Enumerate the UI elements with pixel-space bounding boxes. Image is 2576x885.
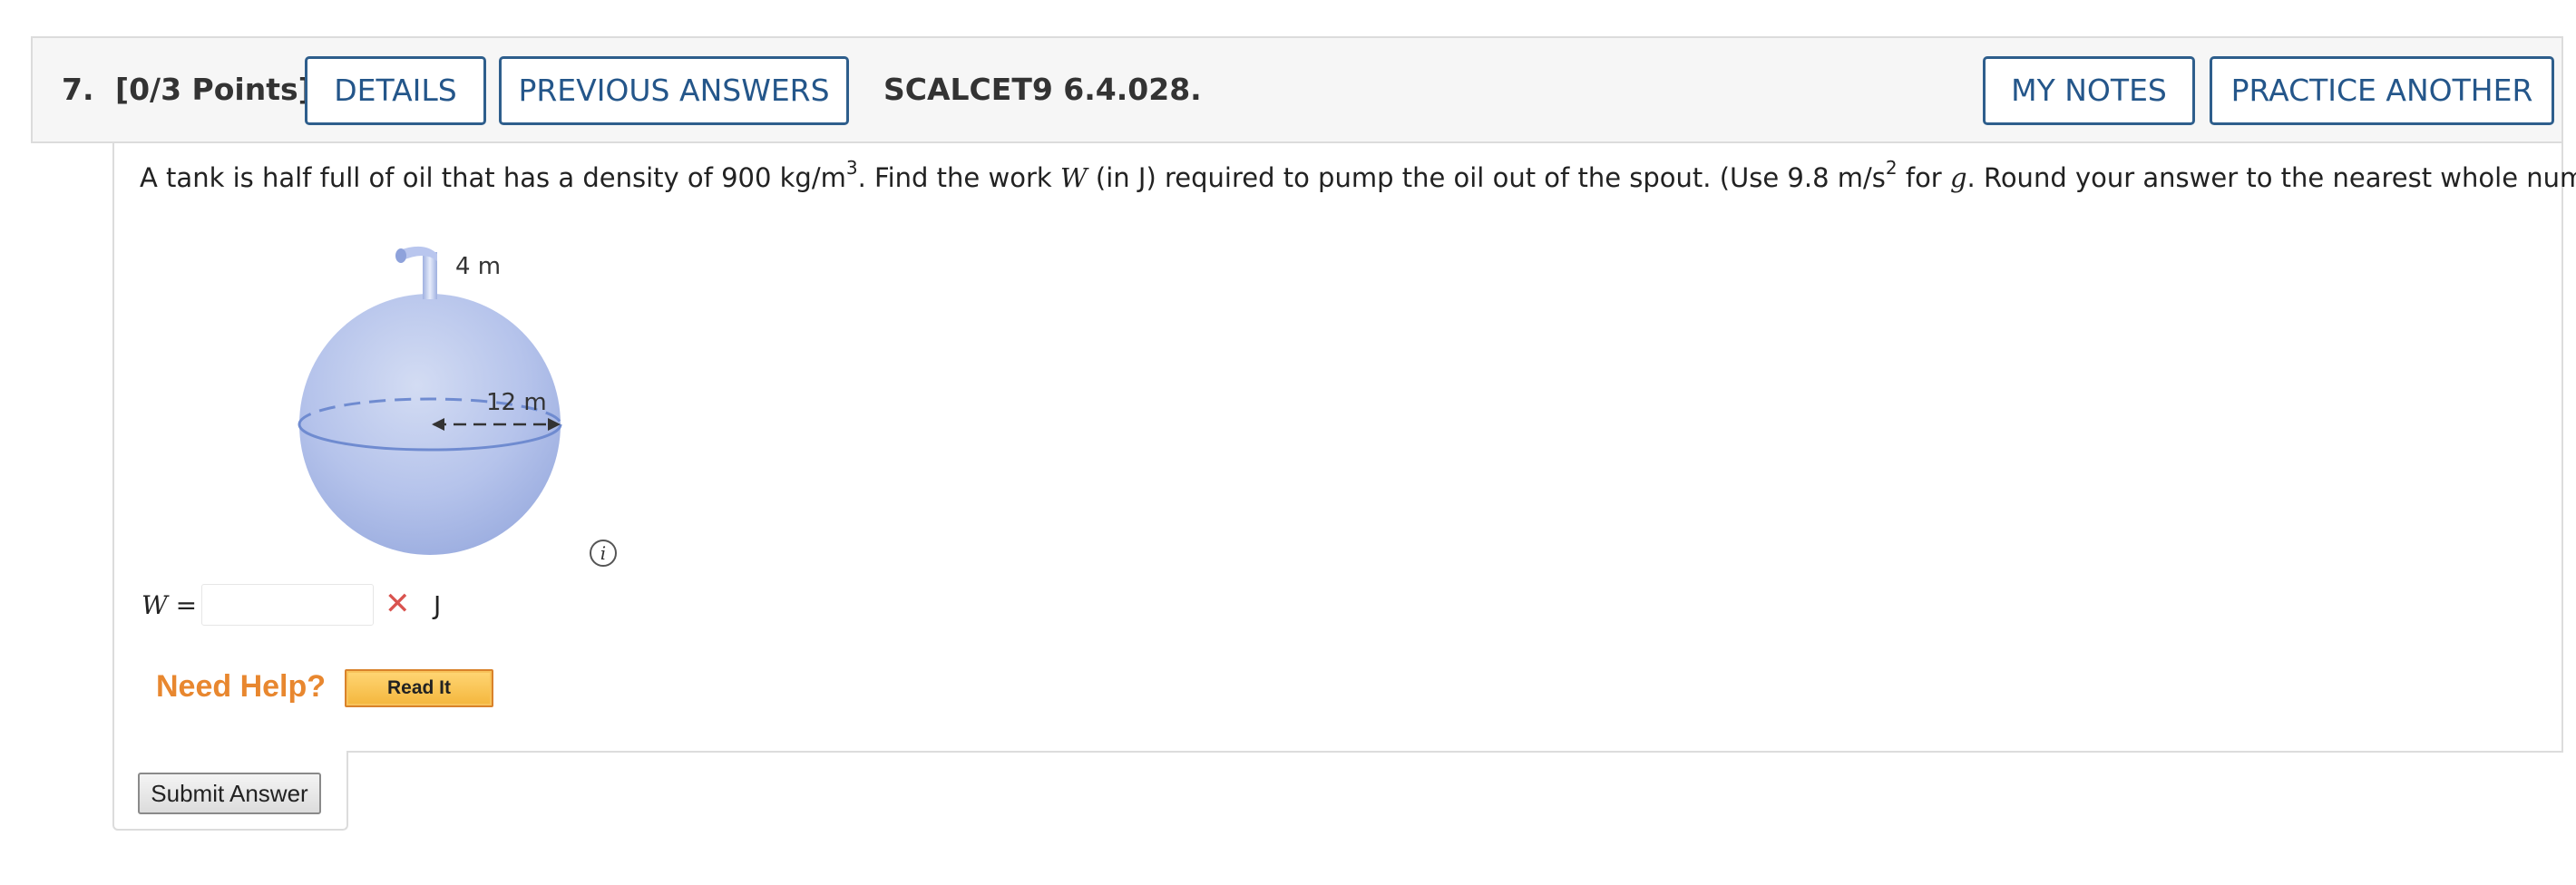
radius-label: 12 m (486, 389, 547, 416)
question-text-part: for (1897, 162, 1950, 193)
my-notes-button[interactable]: MY NOTES (1983, 56, 2195, 125)
previous-answers-button[interactable]: PREVIOUS ANSWERS (499, 56, 849, 125)
practice-another-button[interactable]: PRACTICE ANOTHER (2210, 56, 2554, 125)
tank-figure: 4 m 12 m (288, 234, 579, 560)
info-icon[interactable]: i (590, 540, 617, 567)
problem-code: SCALCET9 6.4.028. (883, 72, 1202, 107)
superscript: 3 (845, 157, 858, 179)
answer-label: W = (141, 588, 197, 624)
read-it-button[interactable]: Read It (345, 669, 493, 707)
question-text-part: . Find the work (857, 162, 1060, 193)
equals-sign: = (167, 590, 198, 620)
details-button[interactable]: DETAILS (305, 56, 486, 125)
x-mark-icon: ✕ (385, 586, 411, 622)
question-text: A tank is half full of oil that has a de… (140, 156, 2576, 199)
question-text-part: A tank is half full of oil that has a de… (140, 162, 846, 193)
need-help-label: Need Help? (156, 669, 327, 704)
question-header: 7. [0/3 Points] DETAILS PREVIOUS ANSWERS… (31, 36, 2563, 143)
variable-w: W (141, 590, 168, 620)
spout-label: 4 m (455, 253, 501, 280)
variable-w: W (1059, 162, 1088, 193)
question-number: 7. (62, 72, 94, 107)
answer-input[interactable] (201, 584, 374, 626)
superscript: 2 (1885, 157, 1898, 179)
question-text-part: . Round your answer to the nearest whole… (1966, 162, 2576, 193)
answer-unit: J (434, 590, 442, 620)
question-title: 7. [0/3 Points] (62, 38, 312, 141)
webassign-question: 7. [0/3 Points] DETAILS PREVIOUS ANSWERS… (0, 0, 2576, 885)
submit-answer-button[interactable]: Submit Answer (138, 773, 321, 814)
sphere-tank-diagram: 4 m 12 m (298, 246, 562, 555)
question-points: [0/3 Points] (115, 72, 312, 107)
question-text-part: (in J) required to pump the oil out of t… (1087, 162, 1886, 193)
variable-g: g (1949, 162, 1967, 193)
spout-opening (395, 248, 406, 263)
